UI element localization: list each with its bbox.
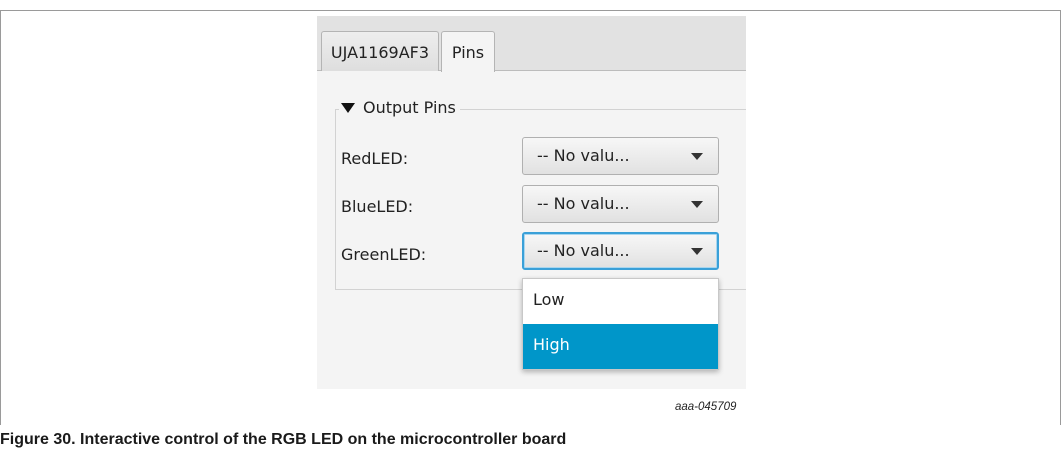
red-led-value: -- No valu... xyxy=(537,146,630,165)
green-led-dropdown-popup: Low High xyxy=(522,278,719,370)
blue-led-label: BlueLED: xyxy=(341,197,414,216)
green-led-label: GreenLED: xyxy=(341,245,427,264)
chevron-down-icon[interactable] xyxy=(691,201,703,208)
tab-bar: UJA1169AF3 Pins xyxy=(317,16,746,72)
blue-led-select[interactable]: -- No valu... xyxy=(522,185,719,223)
triangle-down-icon[interactable] xyxy=(341,102,355,113)
chevron-down-icon[interactable] xyxy=(691,153,703,160)
green-led-value: -- No valu... xyxy=(537,241,630,260)
figure-id: aaa-045709 xyxy=(675,401,737,413)
chevron-down-icon[interactable] xyxy=(691,248,703,255)
red-led-select[interactable]: -- No valu... xyxy=(522,137,719,175)
figure-caption: Figure 30. Interactive control of the RG… xyxy=(0,431,567,448)
red-led-label: RedLED: xyxy=(341,149,409,168)
tab-pins[interactable]: Pins xyxy=(441,31,495,72)
option-high[interactable]: High xyxy=(523,324,718,369)
blue-led-value: -- No valu... xyxy=(537,194,630,213)
tab-uja1169af3[interactable]: UJA1169AF3 xyxy=(321,31,439,71)
green-led-select[interactable]: -- No valu... xyxy=(522,232,719,270)
app-window: UJA1169AF3 Pins Output Pins RedLED: -- N… xyxy=(317,16,746,389)
option-low[interactable]: Low xyxy=(523,279,718,324)
output-pins-header[interactable]: Output Pins xyxy=(339,98,460,117)
output-pins-title: Output Pins xyxy=(363,98,456,117)
